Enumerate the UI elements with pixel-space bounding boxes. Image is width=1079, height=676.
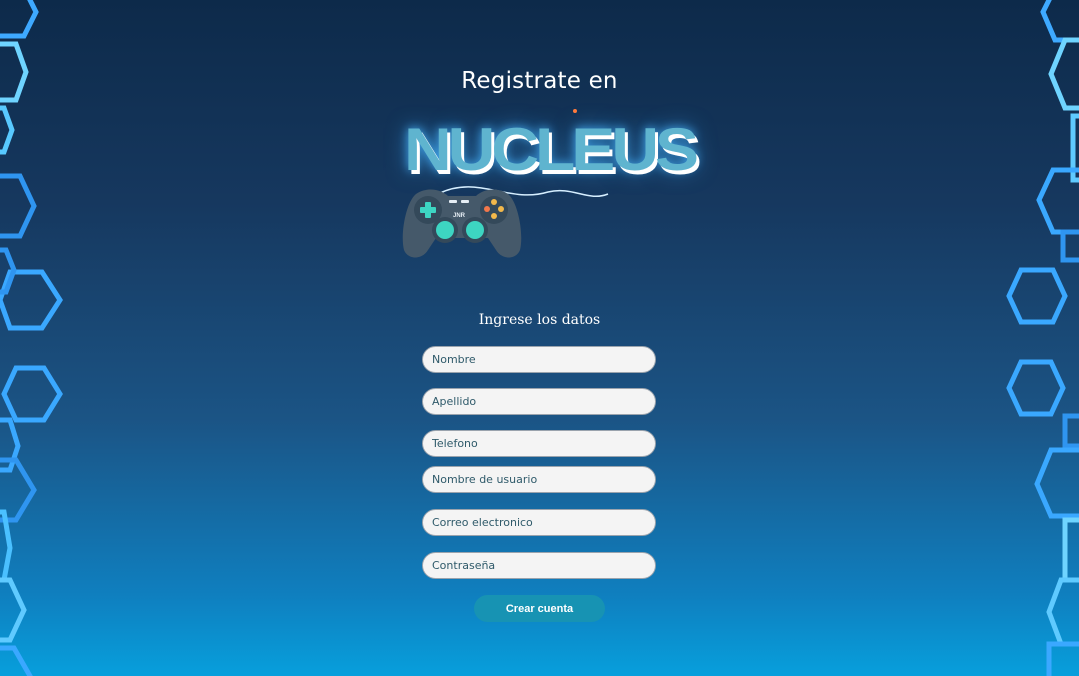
phone-field[interactable] [422,430,656,457]
email-field[interactable] [422,509,656,536]
last-name-field[interactable] [422,388,656,415]
username-field[interactable] [422,466,656,493]
hexagon-pattern-right [1006,0,1079,676]
gamepad-icon: JNR [402,189,522,258]
form-heading: Ingrese los datos [478,312,601,328]
hexagon-pattern-left [0,0,63,676]
create-account-button[interactable]: Crear cuenta [474,595,605,622]
password-field[interactable] [422,552,656,579]
first-name-field[interactable] [422,346,656,373]
gamepad-badge: JNR [453,213,466,219]
page-title: Registrate en [461,68,618,94]
nucleus-logo: NUCLEUS JNR [398,104,699,264]
